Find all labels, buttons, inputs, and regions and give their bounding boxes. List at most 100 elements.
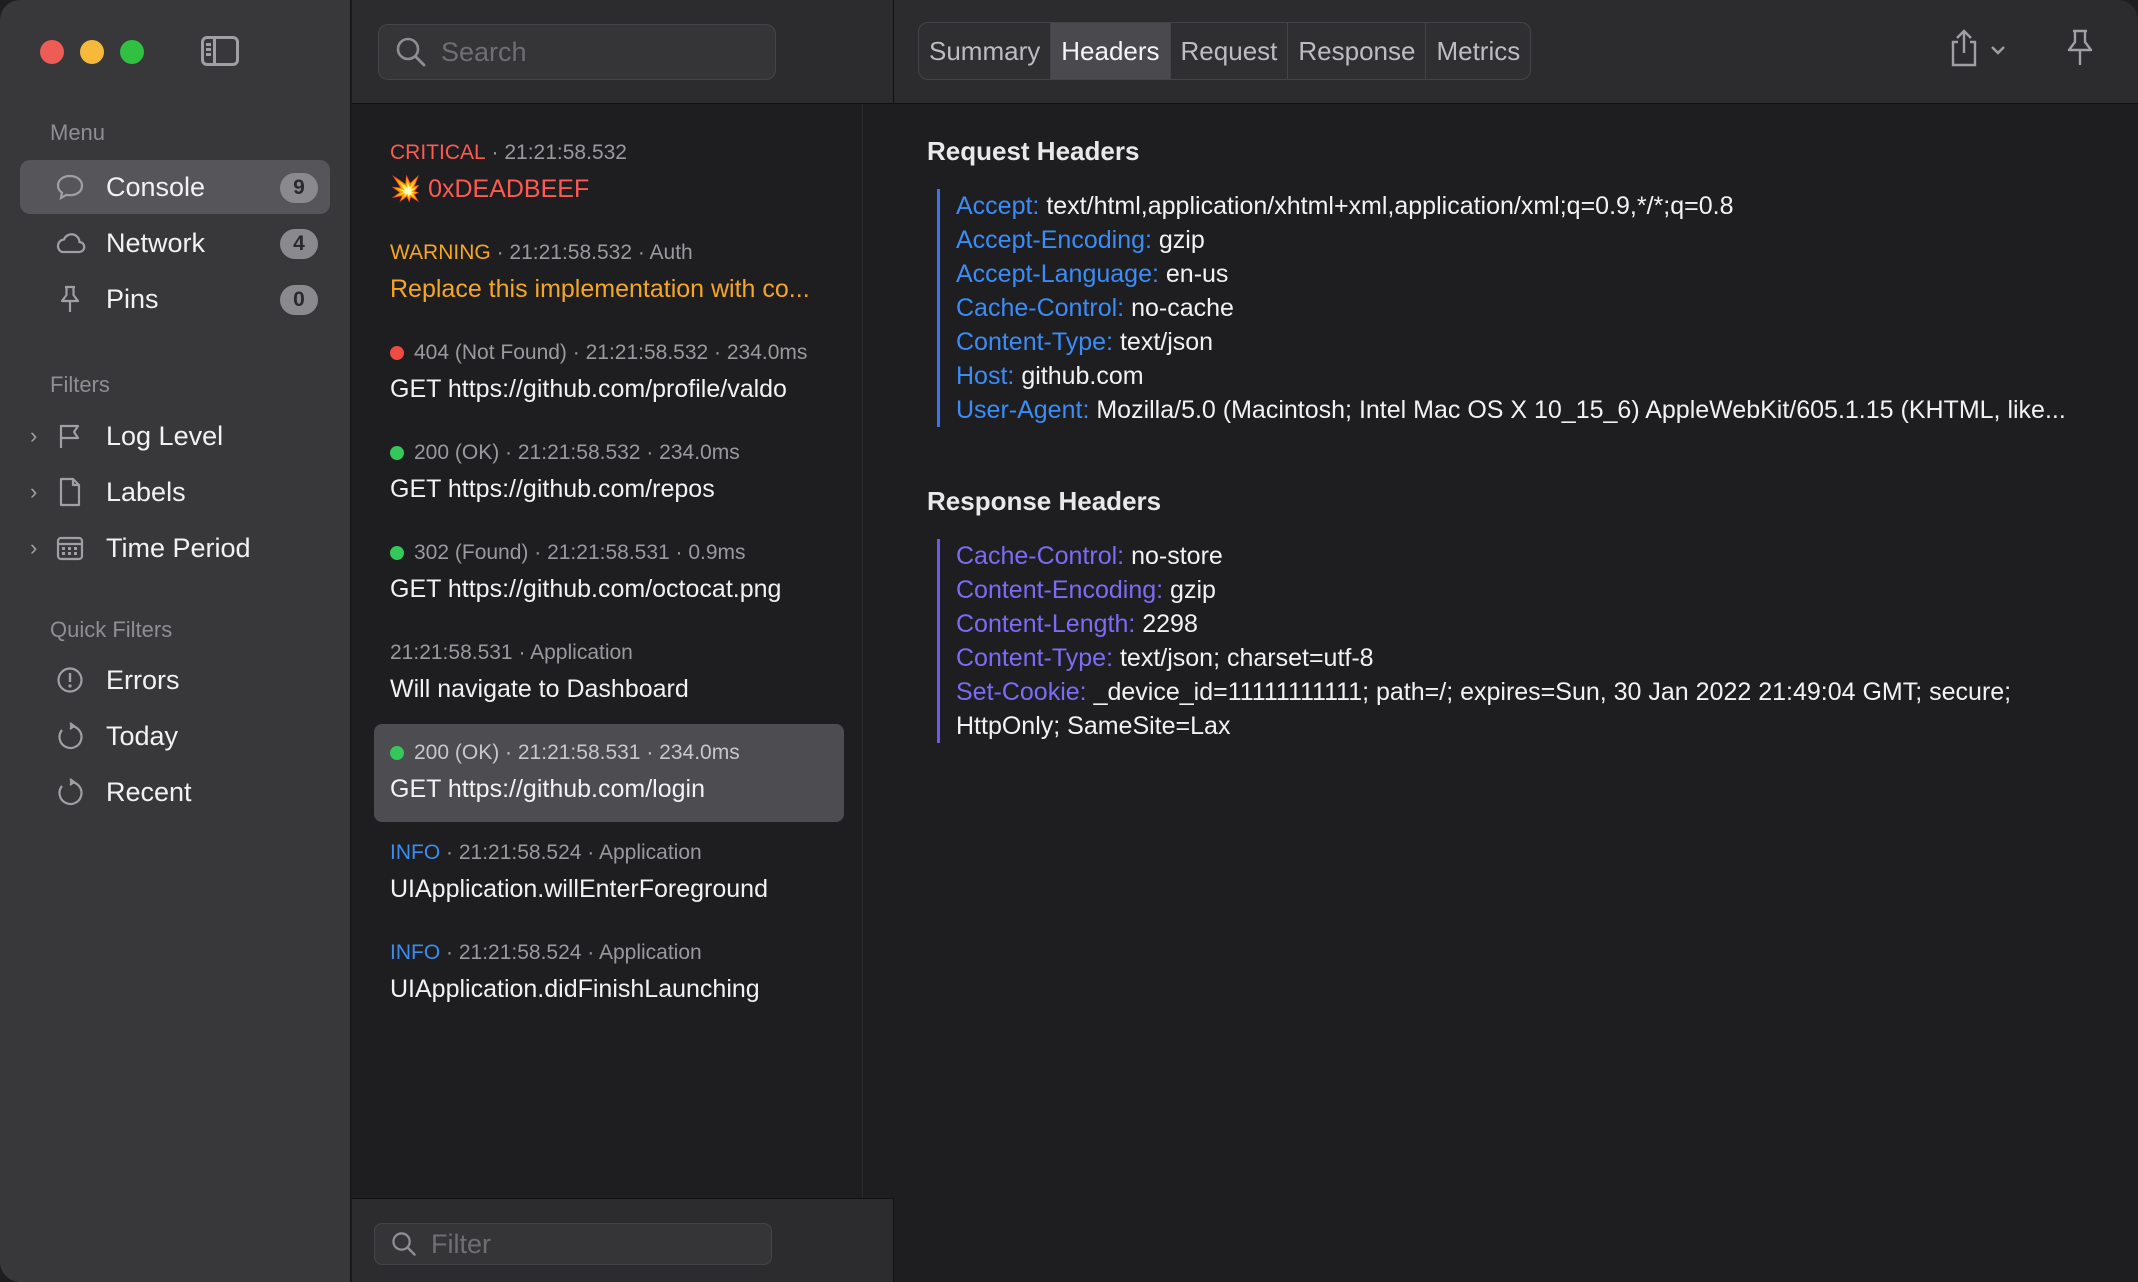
share-button[interactable]: [1948, 28, 2006, 73]
filter-bar: [352, 1198, 893, 1282]
clock-arrow-icon: [52, 774, 88, 810]
pin-button[interactable]: [2066, 28, 2094, 73]
header-row: Host: github.com: [956, 359, 2066, 393]
search-icon: [395, 36, 427, 68]
entry-meta: INFO · 21:21:58.524 · Application: [390, 838, 844, 868]
tab-response[interactable]: Response: [1288, 23, 1427, 79]
sidebar-item-label: Time Period: [106, 532, 251, 563]
chevron-right-icon[interactable]: ›: [30, 535, 37, 561]
list-item[interactable]: 21:21:58.531 · Application Will navigate…: [374, 624, 844, 722]
entry-message: UIApplication.willEnterForeground: [390, 875, 768, 903]
entry-meta: CRITICAL · 21:21:58.532: [390, 138, 844, 168]
sidebar-item-network[interactable]: Network 4: [20, 216, 330, 270]
app-window: Menu Console 9 Network 4 Pins 0 Filters …: [0, 0, 2138, 1282]
entry-meta: 200 (OK) · 21:21:58.532 · 234.0ms: [390, 438, 844, 468]
sidebar-item-console[interactable]: Console 9: [20, 160, 330, 214]
chevron-right-icon[interactable]: ›: [30, 479, 37, 505]
count-badge: 0: [280, 285, 318, 315]
list-item[interactable]: CRITICAL · 21:21:58.532 💥 0xDEADBEEF: [374, 124, 844, 222]
header-key: Cache-Control:: [956, 542, 1125, 570]
status-dot: [390, 746, 404, 760]
list-item[interactable]: INFO · 21:21:58.524 · Application UIAppl…: [374, 924, 844, 1022]
list-item[interactable]: WARNING · 21:21:58.532 · Auth Replace th…: [374, 224, 844, 322]
close-window-button[interactable]: [40, 40, 64, 64]
filter-input[interactable]: [429, 1227, 733, 1261]
search-field[interactable]: [378, 24, 776, 80]
header-row: Accept: text/html,application/xhtml+xml,…: [956, 189, 2066, 223]
sidebar-item-label: Console: [106, 171, 206, 202]
entry-time: · 21:21:58.524 · Application: [446, 941, 702, 964]
cloud-icon: [52, 225, 88, 261]
sidebar-item-time-period[interactable]: › Time Period: [20, 521, 330, 575]
status-code: 200 (OK): [414, 741, 500, 764]
tab-headers[interactable]: Headers: [1051, 23, 1171, 79]
header-key: Cache-Control:: [956, 294, 1125, 322]
header-value: text/html,application/xhtml+xml,applicat…: [1046, 192, 1734, 220]
sidebar-item-labels[interactable]: › Labels: [20, 465, 330, 519]
detail-toolbar: Summary Headers Request Response Metrics: [894, 0, 2138, 104]
list-scrollbar[interactable]: [862, 104, 894, 1198]
entry-message: GET https://github.com/profile/valdo: [390, 375, 787, 403]
tab-request[interactable]: Request: [1171, 23, 1289, 79]
calendar-icon: [52, 530, 88, 566]
window-controls: [40, 40, 144, 64]
header-row: Accept-Language: en-us: [956, 257, 2066, 291]
header-row: Set-Cookie: _device_id=11111111111; path…: [956, 675, 2086, 743]
header-row: Cache-Control: no-store: [956, 539, 2086, 573]
search-input[interactable]: [439, 35, 743, 69]
entry-message: 💥 0xDEADBEEF: [390, 175, 590, 203]
header-value: no-store: [1131, 542, 1223, 570]
sidebar-toggle-icon[interactable]: [201, 36, 239, 66]
entry-time: · 21:21:58.532: [491, 141, 627, 164]
entry-message: UIApplication.didFinishLaunching: [390, 975, 760, 1003]
status-dot: [390, 346, 404, 360]
entry-time: · 21:21:58.531 · 0.9ms: [534, 541, 746, 564]
log-list-pane: CRITICAL · 21:21:58.532 💥 0xDEADBEEF WAR…: [352, 0, 894, 1282]
header-value: gzip: [1170, 576, 1216, 604]
detail-tabs: Summary Headers Request Response Metrics: [918, 22, 1532, 80]
entry-time: · 21:21:58.532 · Auth: [496, 241, 693, 264]
entry-time: · 21:21:58.532 · 234.0ms: [572, 341, 808, 364]
chevron-right-icon[interactable]: ›: [30, 423, 37, 449]
header-key: Accept:: [956, 192, 1040, 220]
exclamation-circle-icon: [52, 662, 88, 698]
entry-meta: 21:21:58.531 · Application: [390, 638, 844, 668]
list-item[interactable]: 404 (Not Found) · 21:21:58.532 · 234.0ms…: [374, 324, 844, 422]
sidebar-item-label: Log Level: [106, 420, 224, 451]
list-item[interactable]: 302 (Found) · 21:21:58.531 · 0.9ms GET h…: [374, 524, 844, 622]
status-code: 404 (Not Found): [414, 341, 567, 364]
header-row: Content-Type: text/json; charset=utf-8: [956, 641, 2086, 675]
level-label: INFO: [390, 841, 441, 864]
header-key: Content-Encoding:: [956, 576, 1164, 604]
sidebar-item-errors[interactable]: Errors: [20, 653, 330, 707]
sidebar-item-log-level[interactable]: › Log Level: [20, 409, 330, 463]
tab-metrics[interactable]: Metrics: [1426, 23, 1530, 79]
status-code: 200 (OK): [414, 441, 500, 464]
chevron-down-icon[interactable]: [1990, 42, 2006, 60]
header-row: Content-Length: 2298: [956, 607, 2086, 641]
pin-icon: [52, 281, 88, 317]
minimize-window-button[interactable]: [80, 40, 104, 64]
sidebar-item-today[interactable]: Today: [20, 709, 330, 763]
list-item[interactable]: 200 (OK) · 21:21:58.532 · 234.0ms GET ht…: [374, 424, 844, 522]
entry-message: Will navigate to Dashboard: [390, 675, 689, 703]
sidebar-item-recent[interactable]: Recent: [20, 765, 330, 819]
list-item[interactable]: INFO · 21:21:58.524 · Application UIAppl…: [374, 824, 844, 922]
tab-summary[interactable]: Summary: [919, 23, 1052, 79]
list-item-selected[interactable]: 200 (OK) · 21:21:58.531 · 234.0ms GET ht…: [374, 724, 844, 822]
sidebar-item-pins[interactable]: Pins 0: [20, 272, 330, 326]
header-value: no-cache: [1131, 294, 1234, 322]
entry-message: GET https://github.com/repos: [390, 475, 715, 503]
menu-section-title: Menu: [50, 120, 106, 145]
zoom-window-button[interactable]: [120, 40, 144, 64]
header-value: _device_id=11111111111; path=/; expires=…: [956, 678, 2012, 740]
level-label: INFO: [390, 941, 441, 964]
filter-field[interactable]: [374, 1223, 772, 1265]
request-headers-section: Request Headers Accept: text/html,applic…: [927, 136, 2066, 427]
document-icon: [52, 474, 88, 510]
request-headers-list: Accept: text/html,application/xhtml+xml,…: [937, 189, 2066, 427]
entry-message: GET https://github.com/login: [390, 775, 705, 803]
header-value: text/json: [1119, 328, 1214, 356]
sidebar-item-label: Errors: [106, 664, 180, 695]
header-key: User-Agent:: [956, 396, 1090, 424]
